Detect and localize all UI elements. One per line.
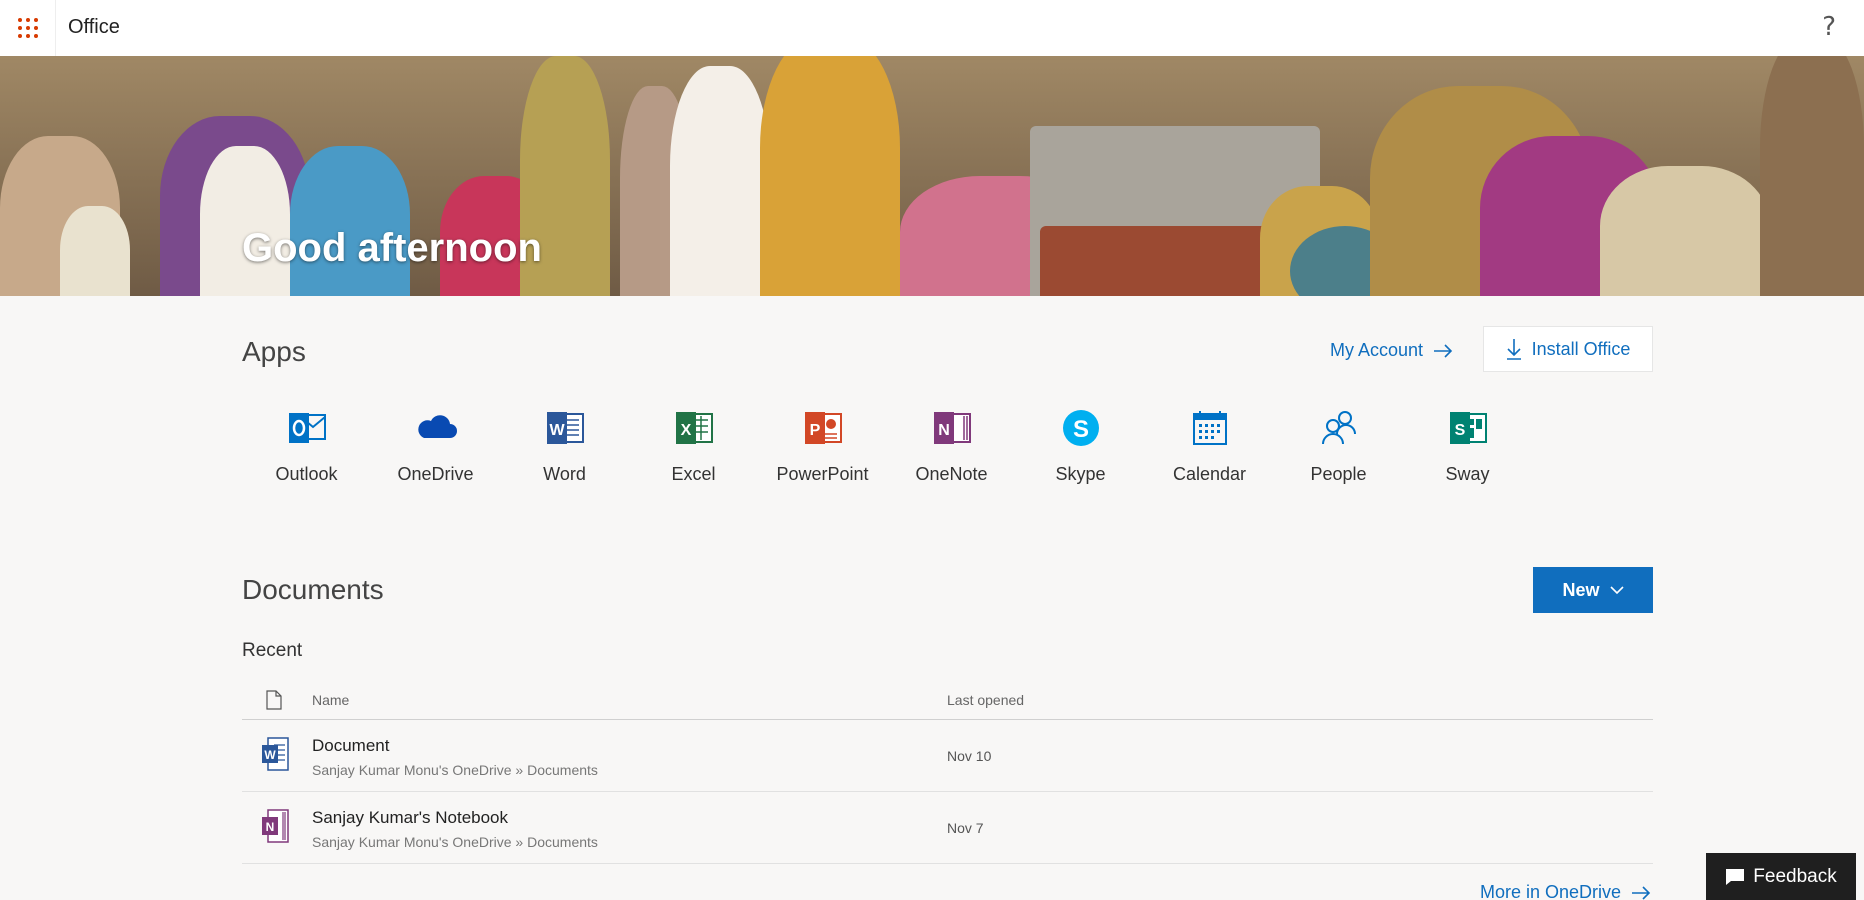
- word-icon: W: [546, 412, 584, 444]
- install-office-label: Install Office: [1531, 338, 1631, 359]
- greeting-heading: Good afternoon: [242, 226, 542, 270]
- svg-text:S: S: [1454, 422, 1465, 439]
- new-document-button[interactable]: New: [1533, 567, 1653, 613]
- app-label: Word: [543, 464, 586, 484]
- word-doc-icon: W: [262, 737, 289, 771]
- document-path: Sanjay Kumar Monu's OneDrive » Documents: [312, 834, 598, 850]
- app-tile-sway[interactable]: S Sway: [1403, 406, 1532, 485]
- file-icon: [266, 690, 282, 710]
- app-tile-powerpoint[interactable]: P PowerPoint: [758, 406, 887, 485]
- chevron-down-icon: [1609, 586, 1624, 595]
- app-label: Calendar: [1172, 464, 1247, 484]
- feedback-label: Feedback: [1753, 865, 1837, 887]
- app-tile-word[interactable]: W Word: [500, 406, 629, 485]
- app-label: Outlook: [275, 464, 338, 484]
- document-last-opened: Nov 10: [947, 748, 992, 764]
- onedrive-icon: [417, 415, 457, 438]
- apps-list: Outlook OneDrive W Word X Excel P PowerP…: [242, 406, 1532, 485]
- documents-table: Name Last opened W Document Sanjay Kumar…: [242, 682, 1653, 864]
- svg-text:N: N: [266, 820, 275, 834]
- more-in-onedrive-label: More in OneDrive: [1480, 882, 1622, 900]
- sway-icon: S: [1449, 412, 1487, 444]
- svg-text:P: P: [809, 422, 820, 439]
- more-in-onedrive-link[interactable]: More in OneDrive: [1480, 882, 1651, 900]
- app-label: Sway: [1445, 464, 1490, 484]
- calendar-icon: [1192, 411, 1227, 445]
- help-question-icon[interactable]: ?: [1822, 12, 1836, 42]
- onenote-icon: N: [933, 412, 971, 444]
- hero-banner: Good afternoon: [0, 56, 1864, 296]
- app-tile-calendar[interactable]: Calendar: [1145, 406, 1274, 485]
- download-icon: [1506, 339, 1521, 360]
- feedback-button[interactable]: Feedback: [1706, 853, 1856, 900]
- documents-heading: Documents: [242, 574, 384, 605]
- app-launcher-button[interactable]: [0, 0, 56, 56]
- my-account-label: My Account: [1330, 340, 1424, 360]
- svg-text:W: W: [264, 748, 276, 762]
- svg-text:X: X: [680, 422, 691, 439]
- app-label: Skype: [1055, 464, 1106, 484]
- document-last-opened: Nov 7: [947, 820, 984, 836]
- column-header-name[interactable]: Name: [312, 692, 349, 708]
- install-office-button[interactable]: Install Office: [1483, 326, 1653, 372]
- apps-heading: Apps: [242, 336, 306, 367]
- column-header-last-opened[interactable]: Last opened: [947, 692, 1024, 708]
- table-row[interactable]: N Sanjay Kumar's Notebook Sanjay Kumar M…: [242, 792, 1653, 864]
- arrow-right-icon: [1632, 885, 1651, 900]
- app-tile-outlook[interactable]: Outlook: [242, 406, 371, 485]
- app-tile-onenote[interactable]: N OneNote: [887, 406, 1016, 485]
- app-tile-excel[interactable]: X Excel: [629, 406, 758, 485]
- outlook-icon: [288, 413, 326, 443]
- powerpoint-icon: P: [804, 412, 842, 444]
- app-tile-onedrive[interactable]: OneDrive: [371, 406, 500, 485]
- document-name[interactable]: Sanjay Kumar's Notebook: [312, 808, 508, 828]
- app-launcher-icon: [17, 18, 38, 38]
- svg-text:S: S: [1072, 416, 1088, 443]
- svg-text:N: N: [938, 422, 950, 439]
- document-name[interactable]: Document: [312, 736, 389, 756]
- app-tile-skype[interactable]: S Skype: [1016, 406, 1145, 485]
- app-label: OneNote: [915, 464, 988, 484]
- table-header: Name Last opened: [242, 682, 1653, 720]
- top-bar: Office ?: [0, 0, 1864, 56]
- people-icon: [1321, 411, 1356, 445]
- recent-heading: Recent: [242, 640, 303, 661]
- onenote-doc-icon: N: [262, 809, 289, 843]
- app-label: PowerPoint: [776, 464, 869, 484]
- app-label: Excel: [671, 464, 716, 484]
- app-tile-people[interactable]: People: [1274, 406, 1403, 485]
- excel-icon: X: [675, 412, 713, 444]
- svg-text:W: W: [549, 422, 565, 439]
- chat-bubble-icon: [1726, 868, 1745, 885]
- app-label: OneDrive: [397, 464, 474, 484]
- arrow-right-icon: [1434, 343, 1453, 358]
- my-account-link[interactable]: My Account: [1330, 340, 1453, 361]
- new-button-label: New: [1562, 579, 1600, 600]
- brand-title[interactable]: Office: [68, 16, 120, 39]
- table-row[interactable]: W Document Sanjay Kumar Monu's OneDrive …: [242, 720, 1653, 792]
- skype-icon: S: [1062, 410, 1099, 446]
- app-label: People: [1310, 464, 1367, 484]
- document-path: Sanjay Kumar Monu's OneDrive » Documents: [312, 762, 598, 778]
